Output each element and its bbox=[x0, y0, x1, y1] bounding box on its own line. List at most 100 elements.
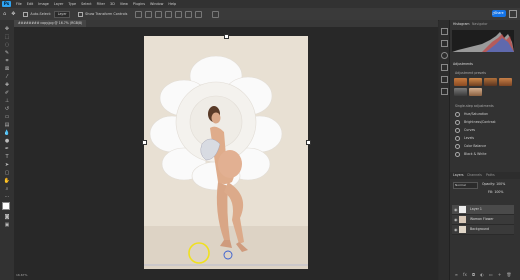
preset-tile[interactable] bbox=[469, 78, 482, 86]
adjustment-color-balance[interactable]: Color Balance bbox=[455, 143, 486, 150]
auto-select-checkbox[interactable] bbox=[23, 11, 29, 17]
crop-tool-icon[interactable]: ⌗ bbox=[3, 58, 11, 64]
dodge-tool-icon[interactable]: ● bbox=[3, 138, 11, 144]
brush-tool-icon[interactable]: ✐ bbox=[3, 90, 11, 96]
menu-bar: Ps File Edit Image Layer Type Select Fil… bbox=[0, 0, 520, 8]
shape-tool-icon[interactable]: ▢ bbox=[3, 170, 11, 176]
menu-plugins[interactable]: Plugins bbox=[133, 2, 145, 6]
hand-tool-icon[interactable]: ✋ bbox=[3, 178, 11, 184]
adjustment-levels[interactable]: Levels bbox=[455, 135, 474, 142]
tab-navigator[interactable]: Navigator bbox=[472, 22, 488, 26]
type-tool-icon[interactable]: T bbox=[3, 154, 11, 160]
layer-row[interactable]: ◉ Background bbox=[452, 225, 514, 235]
quick-mask-icon[interactable]: ◙ bbox=[3, 214, 11, 220]
align-top-icon[interactable] bbox=[165, 10, 173, 18]
new-group-icon[interactable]: ▭ bbox=[489, 272, 493, 277]
right-panel-dock bbox=[439, 20, 520, 280]
tab-paths[interactable]: Paths bbox=[486, 173, 495, 177]
move-tool-icon[interactable]: ✥ bbox=[11, 11, 15, 17]
menu-layer[interactable]: Layer bbox=[54, 2, 63, 6]
align-left-icon[interactable] bbox=[135, 10, 143, 18]
adjustment-brightness-contrast[interactable]: Brightness/Contrast bbox=[455, 119, 496, 126]
transform-handle-left[interactable] bbox=[142, 140, 147, 145]
path-select-icon[interactable]: ➤ bbox=[3, 162, 11, 168]
3d-mode-icon[interactable] bbox=[212, 10, 220, 18]
menu-image[interactable]: Image bbox=[38, 2, 49, 6]
layer-row[interactable]: ◉ Woman Flower bbox=[452, 215, 514, 225]
menu-file[interactable]: File bbox=[16, 2, 22, 6]
swatches-panel-icon[interactable] bbox=[441, 64, 448, 71]
quick-select-tool-icon[interactable]: ✎ bbox=[3, 50, 11, 56]
more-options-icon[interactable] bbox=[195, 10, 203, 18]
opacity-field[interactable]: Opacity: 100% bbox=[482, 182, 505, 186]
tab-adjustments[interactable]: Adjustments bbox=[453, 62, 473, 66]
menu-help[interactable]: Help bbox=[168, 2, 176, 6]
history-brush-icon[interactable]: ↺ bbox=[3, 106, 11, 112]
link-layers-icon[interactable]: ∞ bbox=[455, 272, 458, 277]
frame-tool-icon[interactable]: ⊠ bbox=[3, 66, 11, 72]
menu-select[interactable]: Select bbox=[81, 2, 91, 6]
more-tools-icon[interactable]: ⋯ bbox=[3, 194, 11, 200]
history-panel-icon[interactable] bbox=[441, 28, 448, 35]
layer-row[interactable]: ◉ Layer 1 bbox=[452, 205, 514, 215]
preset-tile[interactable] bbox=[484, 78, 497, 86]
layer-style-icon[interactable]: fx bbox=[463, 272, 467, 277]
tab-histogram[interactable]: Histogram bbox=[453, 22, 470, 26]
fill-field[interactable]: Fill: 100% bbox=[488, 190, 503, 194]
document-tab[interactable]: ######## copy.jpg @ 16.7% (RGB/8) bbox=[14, 20, 87, 27]
healing-brush-icon[interactable]: ✚ bbox=[3, 82, 11, 88]
new-adjustment-icon[interactable]: ◐ bbox=[480, 272, 484, 277]
align-center-icon[interactable] bbox=[145, 10, 153, 18]
search-icon[interactable]: ⌕ bbox=[492, 10, 495, 18]
align-right-icon[interactable] bbox=[155, 10, 163, 18]
new-layer-icon[interactable]: + bbox=[498, 272, 501, 277]
lasso-tool-icon[interactable]: ◌ bbox=[3, 42, 11, 48]
eraser-tool-icon[interactable]: ▭ bbox=[3, 114, 11, 120]
properties-panel-icon[interactable] bbox=[441, 40, 448, 47]
delete-layer-icon[interactable]: 🗑 bbox=[506, 272, 511, 277]
menu-view[interactable]: View bbox=[120, 2, 128, 6]
screen-mode-icon[interactable]: ▣ bbox=[3, 222, 11, 228]
menu-3d[interactable]: 3D bbox=[110, 2, 115, 6]
blur-tool-icon[interactable]: 💧 bbox=[3, 130, 11, 136]
adjustment-label: Hue/Saturation bbox=[464, 112, 489, 116]
pen-tool-icon[interactable]: ✒ bbox=[3, 146, 11, 152]
move-tool-icon[interactable]: ✥ bbox=[3, 26, 11, 32]
transform-handle-top[interactable] bbox=[224, 34, 229, 39]
preset-tile[interactable] bbox=[454, 88, 467, 96]
workspace-icon[interactable] bbox=[509, 10, 517, 18]
zoom-tool-icon[interactable]: ⌕ bbox=[3, 186, 11, 192]
home-icon[interactable]: ⌂ bbox=[3, 11, 6, 17]
adjustment-hue-saturation[interactable]: Hue/Saturation bbox=[455, 111, 488, 118]
foreground-color-swatch[interactable] bbox=[2, 202, 10, 210]
brush-settings-icon[interactable] bbox=[441, 88, 448, 95]
preset-tile[interactable] bbox=[469, 88, 482, 96]
visibility-eye-icon[interactable]: ◉ bbox=[454, 207, 458, 212]
adjustment-black-white[interactable]: Black & White bbox=[455, 151, 486, 158]
menu-window[interactable]: Window bbox=[150, 2, 163, 6]
preset-tile[interactable] bbox=[499, 78, 512, 86]
eyedropper-tool-icon[interactable]: ⁄ bbox=[3, 74, 11, 80]
visibility-eye-icon[interactable]: ◉ bbox=[454, 217, 458, 222]
tab-channels[interactable]: Channels bbox=[467, 173, 482, 177]
menu-type[interactable]: Type bbox=[68, 2, 76, 6]
menu-edit[interactable]: Edit bbox=[27, 2, 34, 6]
auto-select-dropdown[interactable]: Layer bbox=[54, 10, 71, 18]
gradient-tool-icon[interactable]: ▤ bbox=[3, 122, 11, 128]
clone-stamp-icon[interactable]: ⊥ bbox=[3, 98, 11, 104]
transform-handle-right[interactable] bbox=[306, 140, 311, 145]
adjustment-curves[interactable]: Curves bbox=[455, 127, 475, 134]
add-mask-icon[interactable]: ◘ bbox=[472, 272, 475, 277]
tab-layers[interactable]: Layers bbox=[453, 173, 464, 177]
document-image[interactable] bbox=[144, 36, 308, 269]
menu-filter[interactable]: Filter bbox=[97, 2, 105, 6]
visibility-eye-icon[interactable]: ◉ bbox=[454, 227, 458, 232]
align-bottom-icon[interactable] bbox=[185, 10, 193, 18]
show-transform-checkbox[interactable] bbox=[78, 11, 84, 17]
libraries-panel-icon[interactable] bbox=[441, 76, 448, 83]
marquee-tool-icon[interactable]: ⬚ bbox=[3, 34, 11, 40]
align-middle-icon[interactable] bbox=[175, 10, 183, 18]
preset-tile[interactable] bbox=[454, 78, 467, 86]
blend-mode-dropdown[interactable]: Normal bbox=[453, 182, 478, 189]
color-panel-icon[interactable] bbox=[441, 52, 448, 59]
